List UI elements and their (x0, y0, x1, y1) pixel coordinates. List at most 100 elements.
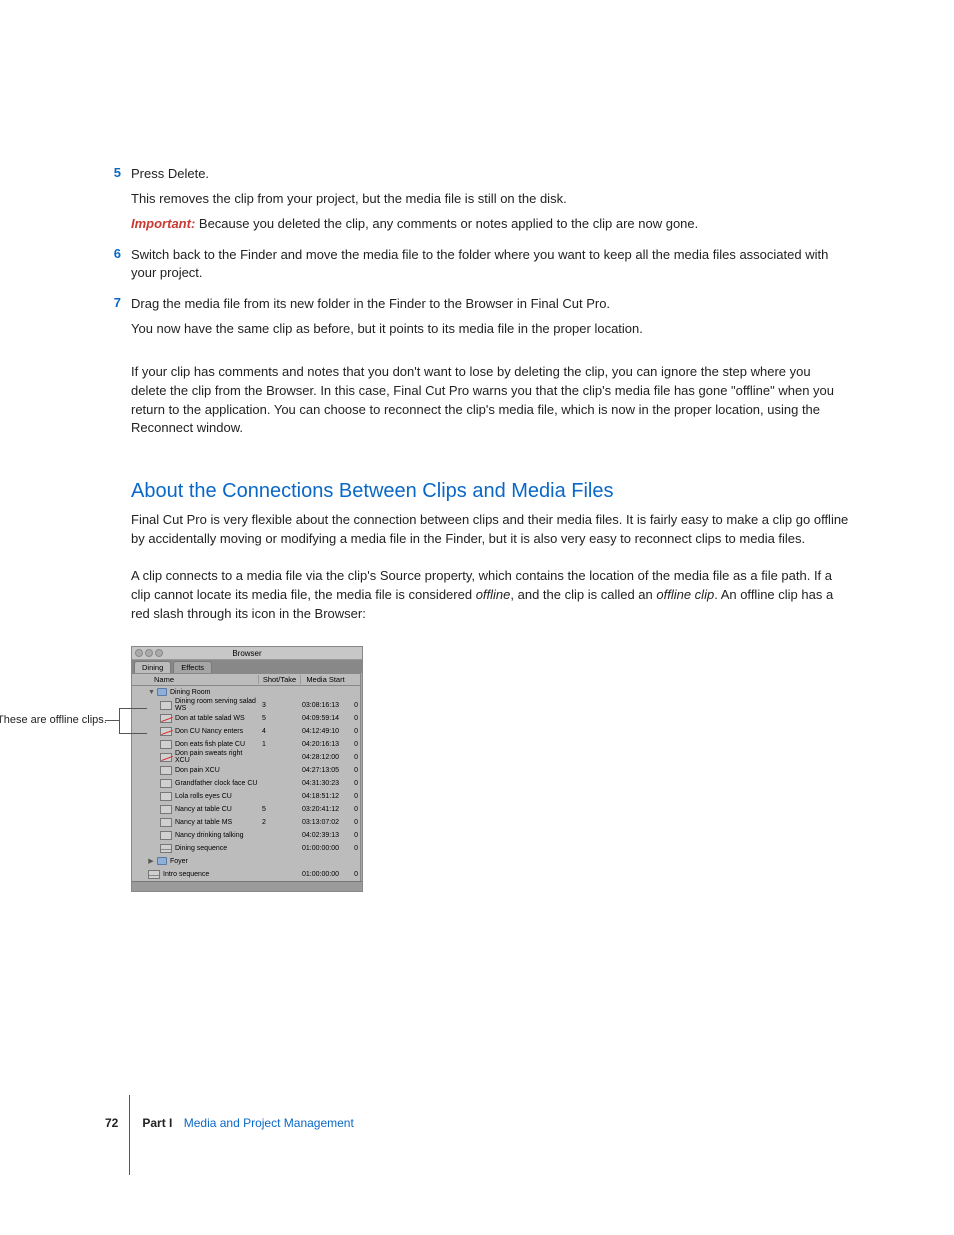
clip-icon (160, 818, 172, 827)
cell-media-start: 04:28:12:00 (300, 754, 350, 761)
table-row[interactable]: Nancy drinking talking 04:02:39:130 (132, 829, 360, 842)
clip-name: Grandfather clock face CU (175, 780, 257, 787)
tab-effects[interactable]: Effects (173, 661, 212, 673)
clip-icon (160, 831, 172, 840)
part-label: Part I (142, 1116, 172, 1130)
body-paragraph: A clip connects to a media file via the … (131, 567, 849, 624)
text-fragment: , and the clip is called an (510, 587, 656, 602)
tab-dining[interactable]: Dining (134, 661, 171, 673)
clip-name: Don pain sweats right XCU (175, 750, 258, 764)
body-paragraph: If your clip has comments and notes that… (131, 363, 849, 438)
callout-line (105, 720, 119, 721)
table-row[interactable]: Intro sequence01:00:00:000 (132, 868, 360, 881)
column-headers: Name Shot/Take Media Start (132, 673, 360, 686)
clip-icon (160, 792, 172, 801)
clip-name: Intro sequence (163, 871, 209, 878)
zoom-icon[interactable] (155, 649, 163, 657)
cell-shot: 5 (258, 806, 300, 813)
cell-extra: 0 (350, 728, 360, 735)
browser-window: Browser Dining Effects Name Shot/Take Me… (131, 646, 363, 892)
folder-icon (157, 688, 167, 696)
part-title: Media and Project Management (184, 1116, 354, 1130)
cell-extra: 0 (350, 715, 360, 722)
clip-icon (160, 805, 172, 814)
cell-media-start: 03:13:07:02 (300, 819, 350, 826)
italic-term: offline clip (656, 587, 714, 602)
cell-extra: 0 (350, 806, 360, 813)
sequence-icon (148, 870, 160, 879)
table-row[interactable]: Lola rolls eyes CU04:18:51:120 (132, 790, 360, 803)
clip-icon (160, 779, 172, 788)
cell-media-start: 04:20:16:13 (300, 741, 350, 748)
step-number: 6 (105, 246, 131, 290)
clip-name: Don CU Nancy enters (175, 728, 243, 735)
step-text: Switch back to the Finder and move the m… (131, 246, 849, 284)
table-row[interactable]: Don pain sweats right XCU 04:28:12:000 (132, 751, 360, 764)
clip-icon (160, 740, 172, 749)
step-7: 7 Drag the media file from its new folde… (105, 295, 849, 345)
offline-clip-icon (160, 727, 172, 736)
step-number: 5 (105, 165, 131, 240)
callout-bracket (119, 708, 147, 734)
important-label: Important: (131, 216, 195, 231)
cell-media-start: 04:09:59:14 (300, 715, 350, 722)
col-name[interactable]: Name (132, 675, 258, 684)
cell-media-start: 04:31:30:23 (300, 780, 350, 787)
clip-name: Dining room serving salad WS (175, 698, 258, 712)
window-titlebar: Browser (132, 647, 362, 660)
horizontal-scrollbar[interactable] (132, 881, 362, 891)
window-title: Browser (232, 649, 261, 658)
cell-media-start: 01:00:00:00 (300, 871, 350, 878)
minimize-icon[interactable] (145, 649, 153, 657)
cell-extra: 0 (350, 754, 360, 761)
clip-icon (160, 701, 172, 710)
disclosure-triangle-icon[interactable]: ▶ (148, 857, 154, 865)
cell-extra: 0 (350, 780, 360, 787)
clip-name: Nancy drinking talking (175, 832, 243, 839)
cell-shot: 4 (258, 728, 300, 735)
table-row[interactable]: Nancy at table MS203:13:07:020 (132, 816, 360, 829)
cell-shot: 2 (258, 819, 300, 826)
important-note: Important: Because you deleted the clip,… (131, 215, 849, 234)
table-row[interactable]: Don pain XCU04:27:13:050 (132, 764, 360, 777)
table-row[interactable]: Nancy at table CU503:20:41:120 (132, 803, 360, 816)
table-row[interactable]: ▶ Foyer (132, 855, 360, 868)
body-paragraph: Final Cut Pro is very flexible about the… (131, 511, 849, 549)
cell-extra: 0 (350, 767, 360, 774)
page-number: 72 (105, 1116, 118, 1130)
cell-extra: 0 (350, 832, 360, 839)
step-6: 6 Switch back to the Finder and move the… (105, 246, 849, 290)
table-row[interactable]: Dining room serving salad WS303:08:16:13… (132, 699, 360, 712)
close-icon[interactable] (135, 649, 143, 657)
cell-extra: 0 (350, 741, 360, 748)
col-media-start[interactable]: Media Start (300, 675, 350, 684)
col-shot[interactable]: Shot/Take (258, 675, 300, 684)
browser-figure: These are offline clips. Browser Dining … (131, 646, 849, 892)
table-row[interactable]: ▼Dining Room (132, 686, 360, 699)
clip-name: Don pain XCU (175, 767, 220, 774)
page-footer: 72 Part I Media and Project Management (105, 1116, 354, 1130)
table-row[interactable]: Don CU Nancy enters404:12:49:100 (132, 725, 360, 738)
cell-media-start: 04:02:39:13 (300, 832, 350, 839)
italic-term: offline (476, 587, 511, 602)
step-text: Press Delete. (131, 165, 849, 184)
cell-media-start: 03:20:41:12 (300, 806, 350, 813)
cell-extra: 0 (350, 819, 360, 826)
step-text: This removes the clip from your project,… (131, 190, 849, 209)
important-text: Because you deleted the clip, any commen… (195, 216, 698, 231)
browser-rows: ▼Dining RoomDining room serving salad WS… (132, 686, 360, 881)
cell-shot: 1 (258, 741, 300, 748)
traffic-lights[interactable] (135, 649, 163, 657)
table-row[interactable]: Grandfather clock face CU 04:31:30:230 (132, 777, 360, 790)
cell-extra: 0 (350, 793, 360, 800)
table-row[interactable]: Don eats fish plate CU104:20:16:130 (132, 738, 360, 751)
step-text: You now have the same clip as before, bu… (131, 320, 849, 339)
cell-media-start: 03:08:16:13 (300, 702, 350, 709)
clip-name: Foyer (170, 858, 188, 865)
step-number: 7 (105, 295, 131, 345)
vertical-scrollbar[interactable] (360, 673, 362, 881)
table-row[interactable]: Don at table salad WS504:09:59:140 (132, 712, 360, 725)
disclosure-triangle-icon[interactable]: ▼ (148, 689, 154, 696)
clip-name: Lola rolls eyes CU (175, 793, 232, 800)
table-row[interactable]: Dining sequence01:00:00:000 (132, 842, 360, 855)
